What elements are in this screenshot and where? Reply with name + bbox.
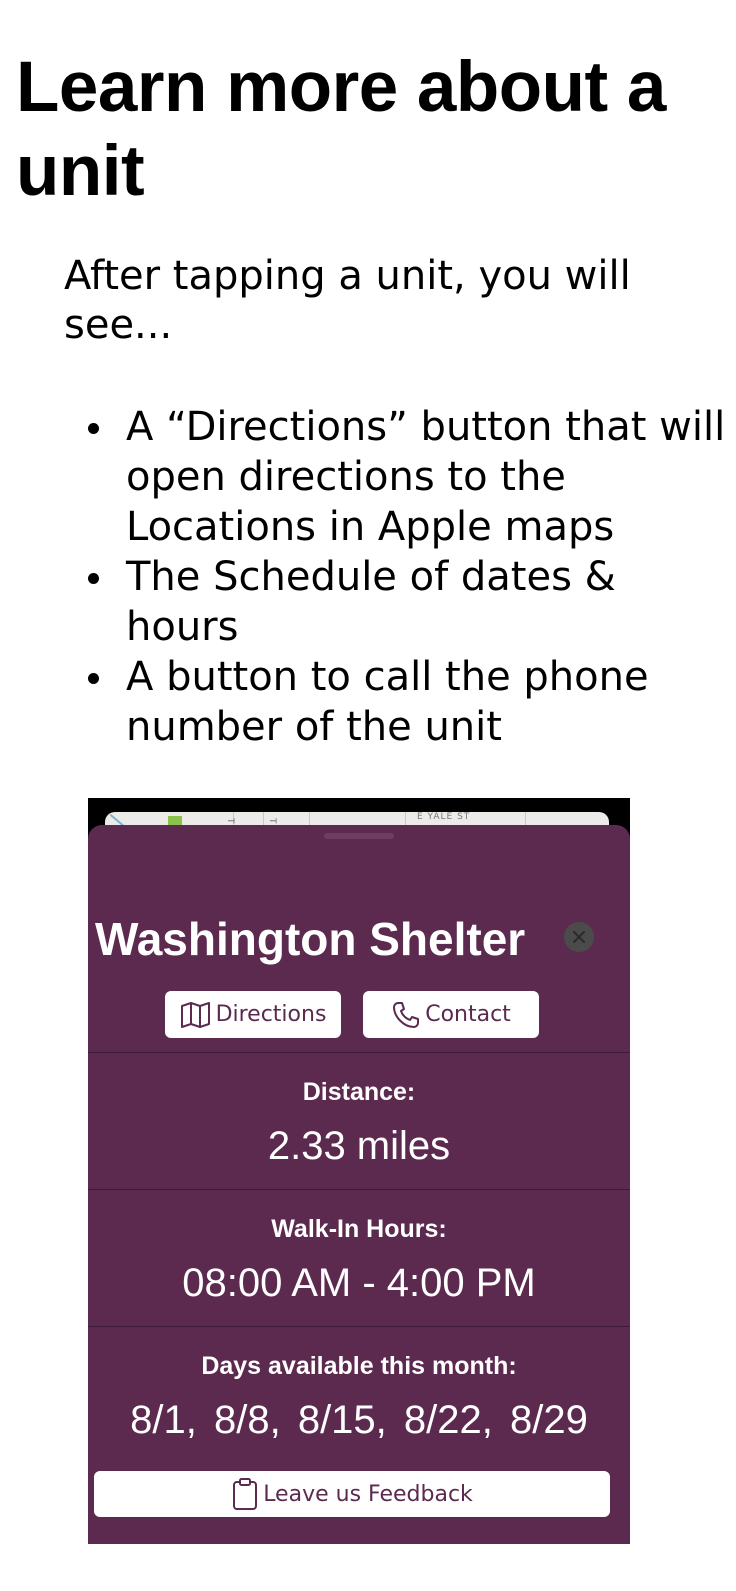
- clipboard-icon: [233, 1478, 258, 1510]
- days-label: Days available this month:: [201, 1352, 517, 1380]
- feedback-button[interactable]: Leave us Feedback: [94, 1471, 610, 1517]
- directions-button[interactable]: Directions: [165, 991, 341, 1038]
- feedback-label: Leave us Feedback: [263, 1481, 473, 1507]
- days-value: 8/1, 8/8, 8/15, 8/22, 8/29: [130, 1398, 588, 1442]
- map-road-label: E YALE ST: [417, 812, 471, 822]
- map-icon: [180, 1001, 210, 1028]
- app-screenshot: TH TH E YALE ST Washington Shelter Direc…: [88, 798, 630, 1544]
- list-item: A button to call the phone number of the…: [88, 652, 726, 752]
- divider: [88, 1052, 630, 1053]
- hours-value: 08:00 AM - 4:00 PM: [182, 1261, 536, 1305]
- divider: [88, 1326, 630, 1327]
- divider: [88, 1189, 630, 1190]
- phone-icon: [393, 1001, 420, 1028]
- close-icon: [573, 931, 585, 943]
- feature-list: A “Directions” button that will open dir…: [88, 402, 726, 752]
- list-item: A “Directions” button that will open dir…: [88, 404, 726, 550]
- distance-label: Distance:: [302, 1078, 416, 1106]
- contact-label: Contact: [425, 1002, 511, 1027]
- contact-button[interactable]: Contact: [363, 991, 539, 1038]
- distance-value: 2.33 miles: [267, 1124, 451, 1168]
- intro-text: After tapping a unit, you will see...: [64, 253, 631, 348]
- list-item: The Schedule of dates & hours: [88, 552, 726, 652]
- unit-name: Washington Shelter: [95, 913, 526, 965]
- page-title: Learn more about a unit: [16, 48, 666, 211]
- unit-detail-sheet: Washington Shelter Directions Contact Di…: [88, 825, 630, 1544]
- hours-label: Walk-In Hours:: [271, 1215, 447, 1243]
- directions-label: Directions: [215, 1002, 327, 1027]
- sheet-grabber[interactable]: [324, 833, 394, 839]
- close-button[interactable]: [564, 922, 594, 952]
